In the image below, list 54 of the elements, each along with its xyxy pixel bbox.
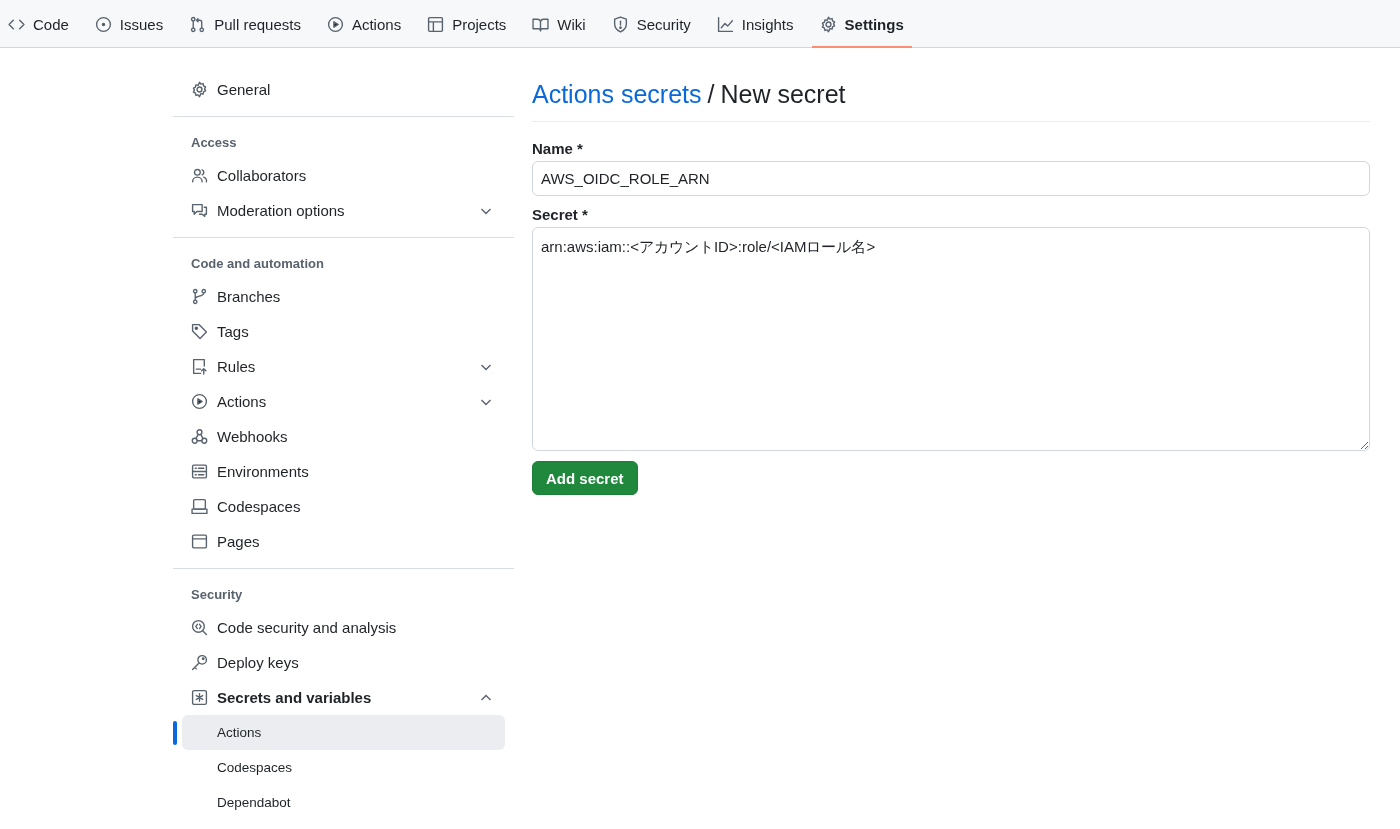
play-icon <box>191 393 208 410</box>
repository-tab[interactable]: Issues <box>86 0 172 48</box>
sidebar-section-heading: Security <box>190 586 244 604</box>
add-secret-button[interactable]: Add secret <box>532 461 638 495</box>
sidebar-section-heading: Access <box>190 134 238 152</box>
sidebar-item[interactable]: Tags <box>173 314 514 349</box>
branch-icon <box>191 288 208 305</box>
server-icon <box>191 463 208 480</box>
sidebar-item[interactable]: Codespaces <box>173 489 514 524</box>
table-icon <box>427 15 445 33</box>
secret-text-area[interactable]: arn:aws:iam::<アカウントID>:role/<IAMロール名> <box>532 227 1370 451</box>
sidebar-subitem[interactable]: Codespaces <box>182 750 505 785</box>
repository-tab[interactable]: Settings <box>811 0 912 48</box>
page-title: New secret <box>720 80 846 109</box>
sidebar-item[interactable]: General <box>173 72 514 107</box>
key-icon <box>191 654 208 671</box>
sidebar-item[interactable]: Secrets and variables <box>173 680 514 715</box>
sidebar-item[interactable]: Environments <box>173 454 514 489</box>
field-label: Secret * <box>532 206 589 223</box>
active-indicator <box>173 721 177 745</box>
asterisk-icon <box>191 689 208 706</box>
breadcrumb-separator: / <box>707 80 715 109</box>
name-input-field[interactable]: AWS_OIDC_ROLE_ARN <box>532 161 1370 196</box>
sidebar-item[interactable]: Deploy keys <box>173 645 514 680</box>
people-icon <box>191 167 208 184</box>
repository-tab[interactable]: Pull requests <box>181 0 309 48</box>
sidebar-item[interactable]: Branches <box>173 279 514 314</box>
book-icon <box>532 15 550 33</box>
sidebar-subitem[interactable]: Actions <box>182 715 505 750</box>
sidebar-subitem[interactable]: Dependabot <box>182 785 505 820</box>
repository-tab[interactable]: Wiki <box>524 0 594 48</box>
browser-icon <box>191 533 208 550</box>
gear-icon <box>191 81 208 98</box>
repository-tab[interactable]: Projects <box>419 0 515 48</box>
sidebar-item[interactable]: Code security and analysis <box>173 610 514 645</box>
sidebar-item[interactable]: Webhooks <box>173 419 514 454</box>
repository-tab[interactable]: Insights <box>708 0 802 48</box>
play-icon <box>326 15 344 33</box>
repository-tab[interactable]: Security <box>603 0 699 48</box>
repository-tab[interactable]: Actions <box>318 0 410 48</box>
tag-icon <box>191 323 208 340</box>
sidebar-item[interactable]: Rules <box>173 349 514 384</box>
repository-tab[interactable]: Code <box>0 0 77 48</box>
gear-icon <box>819 15 837 33</box>
sidebar-section-heading: Code and automation <box>190 255 325 273</box>
sidebar-item[interactable]: Actions <box>173 384 514 419</box>
sidebar-item[interactable]: Collaborators <box>173 158 514 193</box>
sidebar-item[interactable]: Moderation options <box>173 193 514 228</box>
graph-icon <box>716 15 734 33</box>
breadcrumb-link[interactable]: Actions secrets <box>532 80 702 109</box>
field-label: Name * <box>532 140 584 157</box>
shield-icon <box>611 15 629 33</box>
comment-icon <box>191 202 208 219</box>
sidebar-item[interactable]: Pages <box>173 524 514 559</box>
